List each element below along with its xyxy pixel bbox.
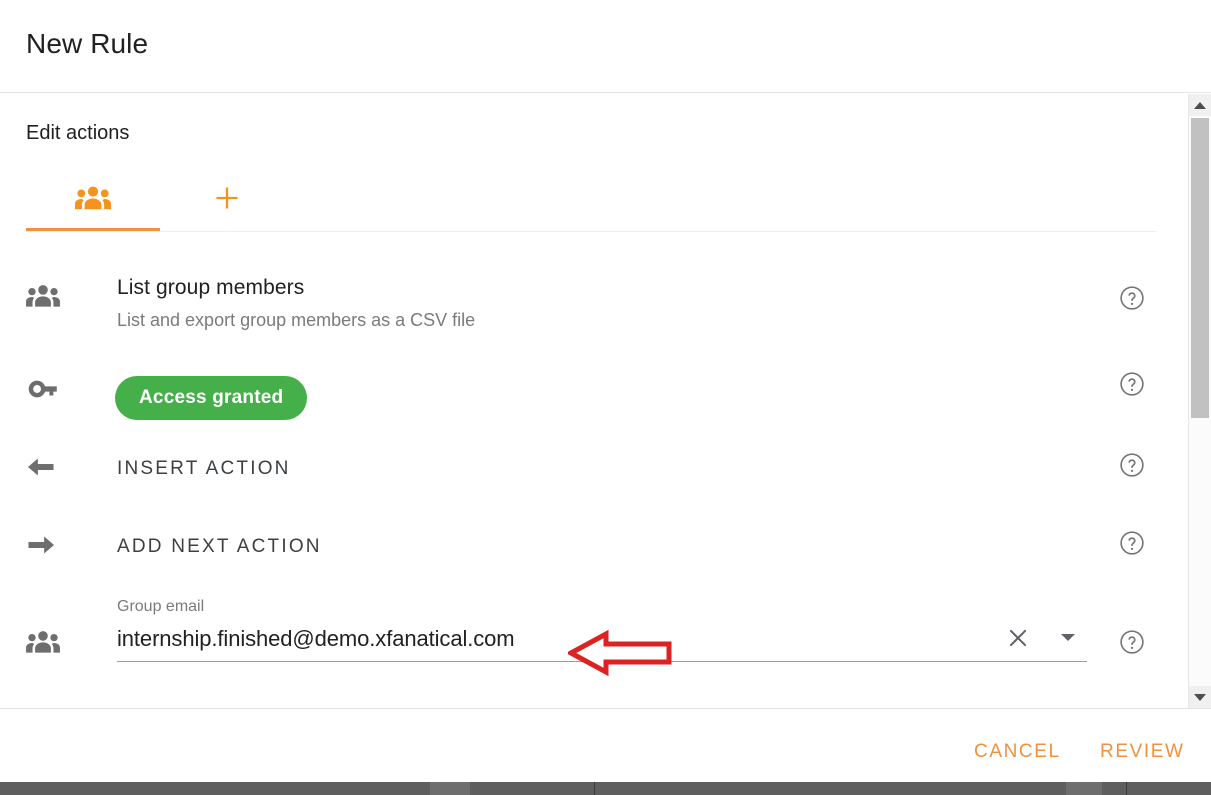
- scroll-down-button[interactable]: [1189, 686, 1211, 708]
- triangle-up-icon: [1194, 101, 1206, 109]
- action-row-add-next-action: ADD NEXT ACTION: [0, 512, 1186, 590]
- close-icon[interactable]: [1005, 625, 1031, 651]
- desktop-taskbar-strip: [0, 782, 1211, 795]
- dialog-header: New Rule: [0, 0, 1211, 93]
- action-row-insert-action: INSERT ACTION: [0, 434, 1186, 512]
- help-circle-icon[interactable]: [1118, 284, 1146, 312]
- action-title: List group members: [117, 276, 305, 299]
- cancel-button[interactable]: CANCEL: [974, 741, 1061, 763]
- taskbar-divider: [594, 782, 595, 795]
- chevron-down-icon[interactable]: [1061, 634, 1075, 641]
- insert-action-button[interactable]: INSERT ACTION: [117, 458, 291, 480]
- review-button[interactable]: REVIEW: [1100, 741, 1185, 763]
- help-circle-icon[interactable]: [1118, 451, 1146, 479]
- taskbar-tile: [430, 782, 470, 795]
- dialog-footer: CANCEL REVIEW: [0, 708, 1211, 782]
- tab-add-action[interactable]: [160, 170, 294, 231]
- taskbar-divider: [1126, 782, 1127, 795]
- plus-icon: [213, 184, 241, 217]
- status-badge[interactable]: Access granted: [115, 376, 308, 420]
- vertical-scrollbar[interactable]: [1188, 94, 1211, 708]
- action-row-list-group-members: List group members List and export group…: [0, 262, 1186, 354]
- group-email-input-line: internship.finished@demo.xfanatical.com: [117, 623, 1087, 662]
- key-icon: [26, 376, 62, 402]
- arrow-left-icon: [26, 454, 62, 480]
- action-tabs: [26, 170, 1156, 232]
- section-title: Edit actions: [26, 122, 130, 144]
- group-email-label: Group email: [117, 598, 205, 615]
- action-row-access-granted: Access granted: [0, 354, 1186, 434]
- groups-icon: [75, 185, 111, 216]
- groups-icon: [26, 630, 62, 654]
- triangle-down-icon: [1194, 693, 1206, 701]
- tab-groups[interactable]: [26, 170, 160, 231]
- group-email-field-wrapper: Group email internship.finished@demo.xfa…: [117, 598, 1087, 662]
- help-circle-icon[interactable]: [1118, 628, 1146, 656]
- help-circle-icon[interactable]: [1118, 370, 1146, 398]
- dialog-body: Edit actions List group members List and…: [0, 94, 1186, 708]
- scroll-up-button[interactable]: [1189, 94, 1211, 116]
- page-title: New Rule: [26, 28, 149, 59]
- action-row-group-email: Group email internship.finished@demo.xfa…: [0, 590, 1186, 688]
- scrollbar-thumb[interactable]: [1191, 118, 1209, 418]
- tab-active-indicator: [26, 228, 160, 231]
- help-circle-icon[interactable]: [1118, 529, 1146, 557]
- taskbar-tile: [1066, 782, 1102, 795]
- new-rule-dialog: New Rule Edit actions List group members…: [0, 0, 1211, 782]
- add-next-action-button[interactable]: ADD NEXT ACTION: [117, 536, 322, 558]
- action-subtitle: List and export group members as a CSV f…: [117, 310, 476, 330]
- arrow-right-icon: [26, 532, 62, 558]
- groups-icon: [26, 284, 62, 308]
- group-email-input[interactable]: internship.finished@demo.xfanatical.com: [117, 623, 515, 655]
